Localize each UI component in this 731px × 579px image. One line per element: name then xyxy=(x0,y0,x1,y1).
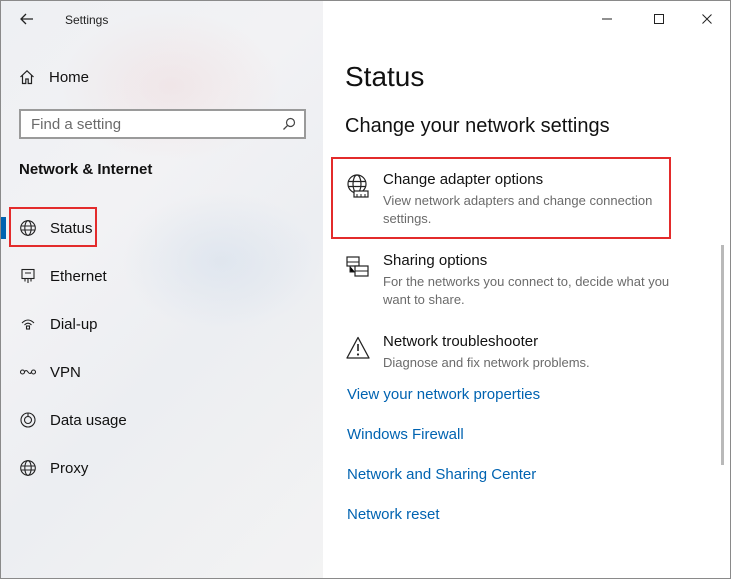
adapter-icon xyxy=(345,173,371,199)
close-icon xyxy=(702,14,712,24)
option-description: Diagnose and fix network problems. xyxy=(383,355,590,370)
back-button[interactable] xyxy=(15,7,39,31)
sidebar-item-label: Data usage xyxy=(50,411,127,429)
search-input[interactable]: Find a setting xyxy=(19,109,306,139)
sidebar-item-label: Proxy xyxy=(50,459,89,477)
search-placeholder: Find a setting xyxy=(31,115,122,133)
minimize-icon xyxy=(602,18,612,20)
back-arrow-icon xyxy=(20,13,33,25)
sidebar-item-label: VPN xyxy=(50,363,81,381)
sidebar-item-label: Status xyxy=(50,219,93,237)
sidebar-item-proxy[interactable]: Proxy xyxy=(1,448,323,488)
option-description: For the networks you connect to, decide … xyxy=(383,274,670,307)
data-usage-icon xyxy=(19,411,37,429)
change-adapter-options[interactable]: Change adapter options View network adap… xyxy=(345,171,695,227)
view-network-properties-link[interactable]: View your network properties xyxy=(347,386,540,403)
globe-icon xyxy=(19,459,37,477)
maximize-button[interactable] xyxy=(645,7,673,31)
option-title: Network troubleshooter xyxy=(383,333,539,350)
sidebar-item-label: Ethernet xyxy=(50,267,107,285)
sharing-icon xyxy=(345,254,371,280)
sidebar-item-label: Dial-up xyxy=(50,315,98,333)
minimize-button[interactable] xyxy=(593,7,621,31)
maximize-icon xyxy=(654,14,664,24)
close-button[interactable] xyxy=(693,7,721,31)
dial-up-icon xyxy=(19,315,37,333)
warning-icon xyxy=(345,335,371,361)
sidebar-item-ethernet[interactable]: Ethernet xyxy=(1,256,323,296)
ethernet-icon xyxy=(19,267,37,285)
settings-window: Settings Home Find a setting Network & I… xyxy=(0,0,731,579)
page-title: Status xyxy=(345,61,425,92)
network-reset-link[interactable]: Network reset xyxy=(347,506,440,523)
vpn-icon xyxy=(19,363,37,381)
section-subtitle: Change your network settings xyxy=(345,115,610,137)
scrollbar[interactable] xyxy=(721,245,724,465)
network-sharing-center-link[interactable]: Network and Sharing Center xyxy=(347,466,536,483)
window-title: Settings xyxy=(65,13,109,27)
globe-icon xyxy=(19,219,37,237)
network-troubleshooter[interactable]: Network troubleshooter Diagnose and fix … xyxy=(345,333,695,373)
windows-firewall-link[interactable]: Windows Firewall xyxy=(347,426,464,443)
home-label: Home xyxy=(49,68,90,86)
sidebar: Settings Home Find a setting Network & I… xyxy=(1,1,323,578)
main-content: Status Change your network settings Chan… xyxy=(323,1,730,578)
sidebar-item-home[interactable]: Home xyxy=(19,65,89,89)
search-icon xyxy=(274,117,304,131)
sidebar-item-vpn[interactable]: VPN xyxy=(1,352,323,392)
sidebar-item-data-usage[interactable]: Data usage xyxy=(1,400,323,440)
sidebar-item-dial-up[interactable]: Dial-up xyxy=(1,304,323,344)
sharing-options[interactable]: Sharing options For the networks you con… xyxy=(345,252,695,308)
option-description: View network adapters and change connect… xyxy=(383,193,653,226)
section-heading: Network & Internet xyxy=(19,161,153,178)
option-title: Sharing options xyxy=(383,252,488,269)
sidebar-item-status[interactable]: Status xyxy=(1,208,323,248)
option-title: Change adapter options xyxy=(383,171,544,188)
home-icon xyxy=(20,69,34,85)
